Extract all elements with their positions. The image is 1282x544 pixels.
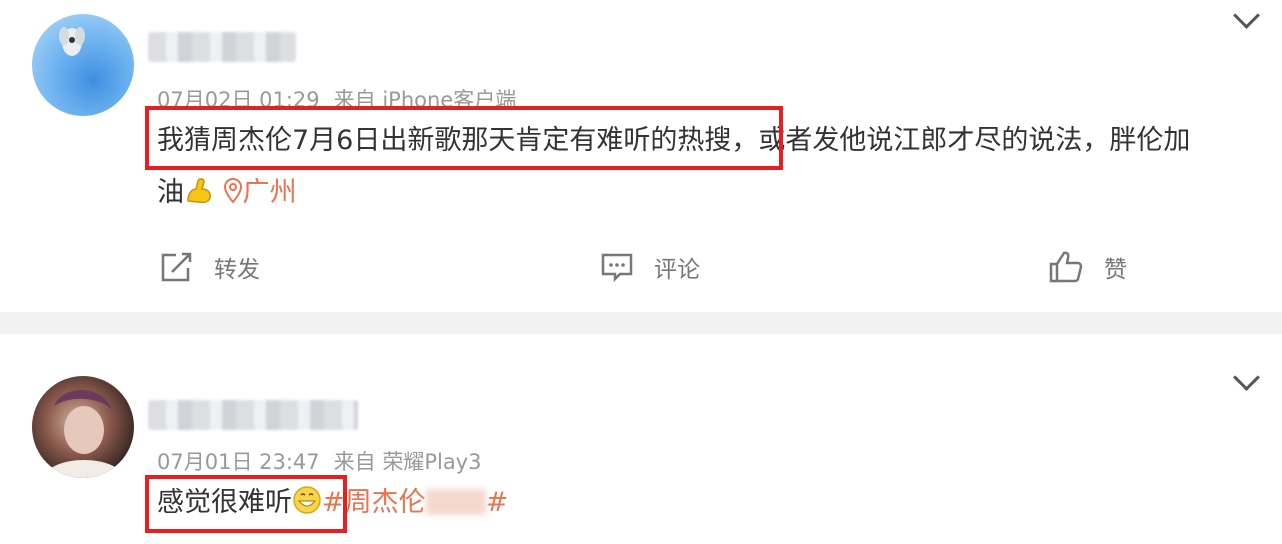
comment-label: 评论 <box>654 257 700 283</box>
chevron-down-icon[interactable] <box>1233 2 1260 29</box>
comment-icon <box>600 251 634 283</box>
avatar[interactable] <box>32 376 134 478</box>
forward-label: 转发 <box>214 257 260 283</box>
forward-button[interactable]: 转发 <box>160 250 260 284</box>
post-source: 来自 荣耀Play3 <box>333 450 482 474</box>
highlight-box <box>145 475 347 533</box>
like-label: 赞 <box>1104 257 1127 283</box>
location-tag[interactable]: 广州 <box>223 177 297 208</box>
action-bar: 转发 评论 赞 <box>0 250 1282 290</box>
topic-blurred <box>425 489 486 515</box>
username-blurred[interactable] <box>148 32 296 62</box>
location-label: 广州 <box>242 177 297 208</box>
post-text-line2: 油 广州 <box>157 175 297 208</box>
chevron-down-icon[interactable] <box>1233 364 1260 391</box>
post-meta: 07月01日 23:47 来自 荣耀Play3 <box>157 446 495 476</box>
location-pin-icon <box>223 178 243 204</box>
topic-link[interactable]: #周杰伦 # <box>322 487 508 518</box>
like-button[interactable]: 赞 <box>1048 250 1127 284</box>
share-icon <box>160 251 194 283</box>
post-date: 07月01日 23:47 <box>157 450 320 474</box>
highlight-box <box>145 106 783 170</box>
comment-button[interactable]: 评论 <box>600 250 700 284</box>
flex-arm-emoji <box>184 175 214 205</box>
username-blurred[interactable] <box>148 400 358 430</box>
thumbs-up-icon <box>1048 250 1084 284</box>
avatar[interactable] <box>32 14 134 116</box>
post-text-rest: 或者发他说江郎才尽的说法，胖伦加 <box>758 125 1191 156</box>
